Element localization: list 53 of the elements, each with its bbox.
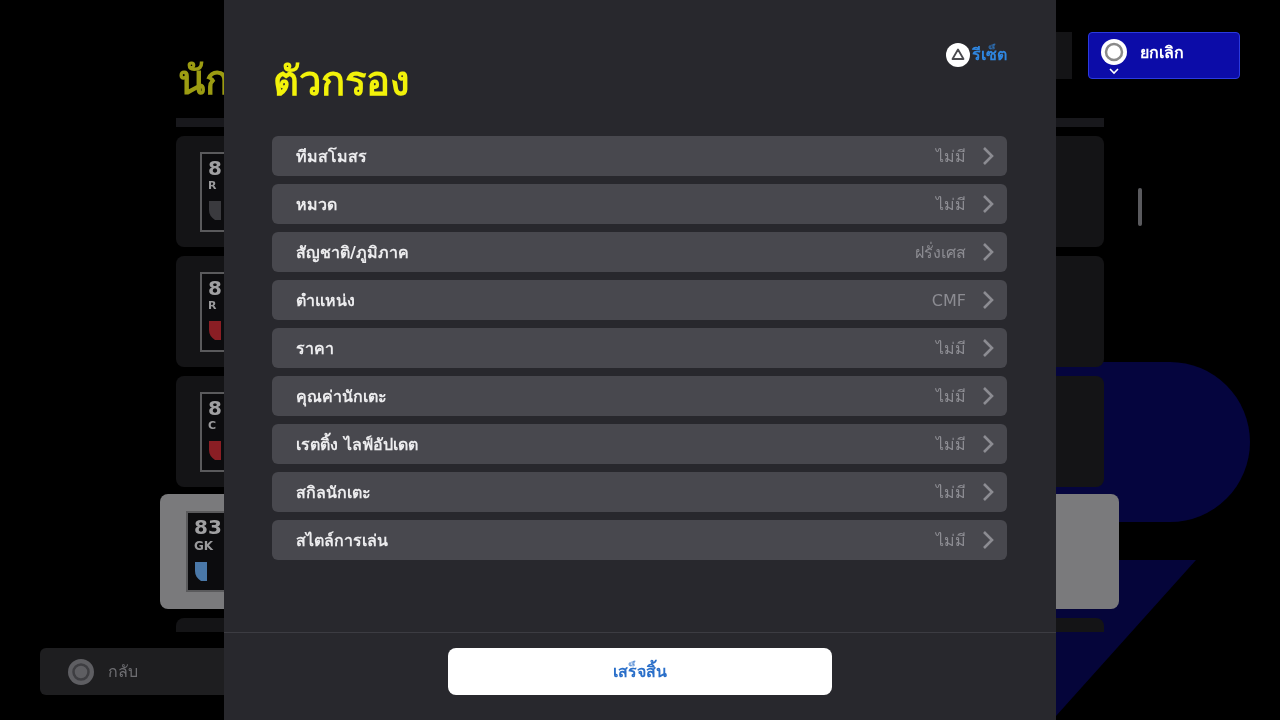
filter-row[interactable]: คุณค่านักเตะ ไม่มี: [272, 376, 1007, 416]
filter-label: สกิลนักเตะ: [296, 481, 372, 504]
filter-value: ไม่มี: [936, 193, 966, 216]
circle-button-icon: [68, 658, 94, 685]
chevron-right-icon: [982, 194, 994, 214]
filter-label: สัญชาติ/ภูมิภาค: [296, 241, 410, 265]
dialog-title: ตัวกรอง: [272, 57, 410, 106]
chevron-right-icon: [982, 530, 994, 550]
filter-label: คุณค่านักเตะ: [296, 385, 388, 409]
filter-label: หมวด: [296, 193, 338, 216]
triangle-button-icon: [946, 42, 970, 67]
player-position: R: [208, 299, 217, 313]
reset-button[interactable]: รีเซ็ต: [946, 42, 1007, 67]
filter-row[interactable]: สไตล์การเล่น ไม่มี: [272, 520, 1007, 560]
circle-button-icon: [1101, 39, 1127, 75]
player-rating: 8: [208, 157, 222, 179]
player-rating: 8: [208, 277, 222, 299]
filter-value: ไม่มี: [936, 529, 966, 552]
header-panel: [1056, 32, 1072, 79]
player-rating: 83: [194, 516, 222, 538]
player-rating: 8: [208, 397, 222, 419]
done-button[interactable]: เสร็จสิ้น: [448, 648, 832, 695]
cancel-button[interactable]: ยกเลิก: [1088, 32, 1240, 79]
player-position: GK: [194, 538, 214, 554]
filter-row[interactable]: เรตติ้ง ไลฟ์อัปเดต ไม่มี: [272, 424, 1007, 464]
chevron-right-icon: [982, 386, 994, 406]
filter-row[interactable]: ตำแหน่ง CMF: [272, 280, 1007, 320]
chevron-right-icon: [982, 338, 994, 358]
chevron-right-icon: [982, 242, 994, 262]
filter-value: ไม่มี: [936, 337, 966, 360]
filter-value: ไม่มี: [936, 481, 966, 504]
filter-value: ฝรั่งเศส: [915, 241, 966, 264]
filter-value: ไม่มี: [936, 385, 966, 408]
filter-label: ทีมสโมสร: [296, 145, 368, 168]
filter-label: สไตล์การเล่น: [296, 529, 389, 552]
filter-value: CMF: [931, 290, 966, 310]
filter-row[interactable]: หมวด ไม่มี: [272, 184, 1007, 224]
filter-value: ไม่มี: [936, 145, 966, 168]
chevron-right-icon: [982, 434, 994, 454]
filter-value: ไม่มี: [936, 433, 966, 456]
player-position: R: [208, 179, 217, 193]
chevron-right-icon: [982, 290, 994, 310]
filter-row[interactable]: สกิลนักเตะ ไม่มี: [272, 472, 1007, 512]
chevron-right-icon: [982, 482, 994, 502]
filter-row[interactable]: ราคา ไม่มี: [272, 328, 1007, 368]
filter-label: ตำแหน่ง: [296, 289, 356, 312]
scrollbar-thumb[interactable]: [1138, 188, 1142, 226]
filter-label: เรตติ้ง ไลฟ์อัปเดต: [296, 431, 419, 456]
filter-row[interactable]: สัญชาติ/ภูมิภาค ฝรั่งเศส: [272, 232, 1007, 272]
filter-row[interactable]: ทีมสโมสร ไม่มี: [272, 136, 1007, 176]
chevron-right-icon: [982, 146, 994, 166]
filter-label: ราคา: [296, 337, 335, 360]
player-position: C: [208, 419, 217, 433]
